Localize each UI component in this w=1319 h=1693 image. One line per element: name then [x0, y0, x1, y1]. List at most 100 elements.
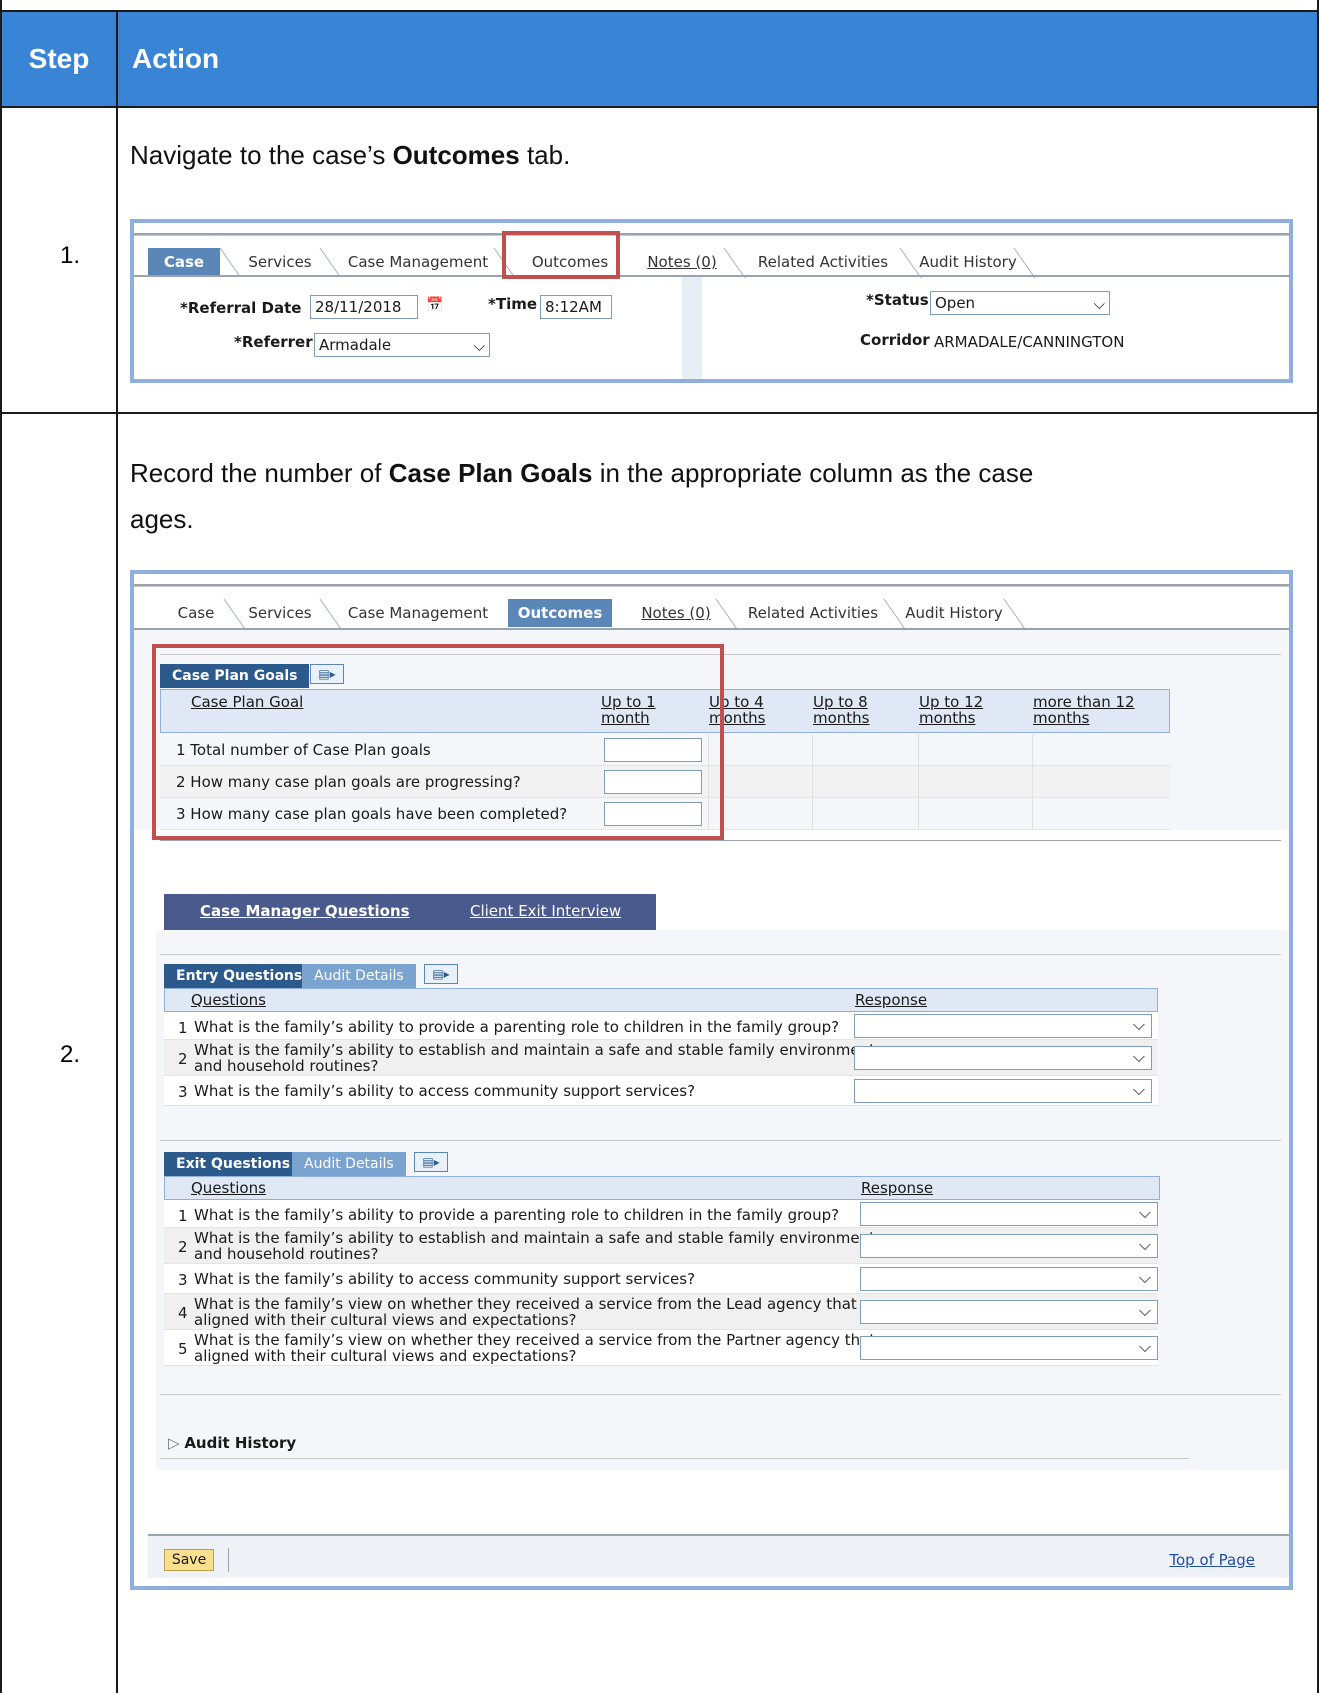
col-more-than-12[interactable]: more than 12 months [1033, 694, 1143, 726]
response-select[interactable]: ⌵ [860, 1267, 1158, 1291]
col-response[interactable]: Response [861, 1180, 933, 1196]
subtab-case-manager-questions[interactable]: Case Manager Questions [200, 902, 410, 920]
tab-case-management[interactable]: Case Management [344, 599, 492, 627]
exit-audit-details-tab[interactable]: Audit Details [292, 1152, 406, 1176]
question-number: 2 [178, 1238, 188, 1256]
question-number: 5 [178, 1340, 188, 1358]
corridor-value: ARMADALE/CANNINGTON [934, 333, 1125, 351]
step-number: 1. [60, 242, 81, 269]
tab-audit-history[interactable]: Audit History [904, 599, 1004, 627]
entry-questions-tab[interactable]: Entry Questions [164, 964, 315, 988]
time-label: *Time [488, 295, 538, 313]
audit-history-toggle[interactable]: ▷ Audit History [168, 1434, 296, 1452]
tab-case[interactable]: Case [148, 248, 220, 276]
response-select[interactable]: ⌵ [860, 1202, 1158, 1226]
grid-menu-icon[interactable]: ▤▸ [424, 964, 458, 984]
screenshot-outcomes-tab: Case Services Case Management Outcomes N… [130, 570, 1293, 1590]
question-line: What is the family’s ability to provide … [194, 1018, 840, 1036]
calendar-icon[interactable]: 📅 [426, 297, 443, 313]
table-row: 3 What is the family’s ability to access … [164, 1076, 1158, 1106]
step-1-instruction: Navigate to the case’s Outcomes tab. [130, 140, 571, 170]
col-questions[interactable]: Questions [191, 992, 266, 1008]
response-select[interactable]: ⌵ [854, 1079, 1152, 1103]
question-text: What is the family’s ability to access c… [194, 1083, 695, 1099]
col-response[interactable]: Response [855, 992, 927, 1008]
exit-header: Questions Response [164, 1176, 1160, 1200]
question-number: 3 [178, 1271, 188, 1289]
tab-outcomes[interactable]: Outcomes [508, 599, 612, 627]
question-text: What is the family’s ability to access c… [194, 1271, 695, 1287]
tab-notes[interactable]: Notes (0) [640, 248, 724, 276]
response-select[interactable]: ⌵ [854, 1014, 1152, 1038]
question-line: What is the family’s ability to access c… [194, 1082, 696, 1100]
corridor-label: Corridor [860, 331, 930, 349]
entry-header: Questions Response [164, 988, 1158, 1012]
question-line: What is the family’s ability to establis… [194, 1041, 875, 1059]
tab-case-management[interactable]: Case Management [344, 248, 492, 276]
tab-strip: Case Services Case Management Outcomes N… [134, 586, 1289, 630]
grid-menu-icon[interactable]: ▤▸ [414, 1152, 448, 1172]
procedure-table: Step Action 1. Navigate to the case’s Ou… [0, 0, 1319, 1693]
response-select[interactable]: ⌵ [860, 1336, 1158, 1360]
table-top-strip [0, 0, 1319, 12]
question-number: 1 [178, 1207, 188, 1225]
exit-questions-tab[interactable]: Exit Questions [164, 1152, 303, 1176]
question-number: 4 [178, 1304, 188, 1322]
tab-strip: Case Services Case Management Outcomes N… [134, 235, 1289, 279]
save-button[interactable]: Save [164, 1549, 214, 1571]
subtab-client-exit-interview[interactable]: Client Exit Interview [470, 902, 621, 920]
header-action: Action [132, 43, 220, 74]
header-step: Step [2, 12, 118, 106]
chevron-down-icon: ⌵ [1138, 1203, 1151, 1222]
chevron-down-icon: ⌵ [1138, 1301, 1151, 1320]
table-row: 1 What is the family’s ability to provide… [164, 1012, 1158, 1040]
expand-arrow-icon: ▷ [168, 1434, 185, 1452]
screenshot-case-tab: Case Services Case Management Outcomes N… [130, 219, 1293, 383]
status-select[interactable]: Open ⌵ [930, 291, 1110, 315]
response-select[interactable]: ⌵ [860, 1234, 1158, 1258]
question-line: and household routines? [194, 1057, 379, 1075]
table-row: 1 What is the family’s ability to provide… [164, 1200, 1158, 1228]
question-text: What is the family’s ability to provide … [194, 1207, 839, 1223]
question-text: What is the family’s ability to establis… [194, 1230, 875, 1262]
chevron-down-icon: ⌵ [1138, 1268, 1151, 1287]
question-line: aligned with their cultural views and ex… [194, 1311, 577, 1329]
question-line: aligned with their cultural views and ex… [194, 1347, 577, 1365]
footer-bar [148, 1534, 1289, 1578]
question-line: What is the family’s ability to access c… [194, 1270, 696, 1288]
question-line: What is the family’s ability to establis… [194, 1229, 875, 1247]
entry-audit-details-tab[interactable]: Audit Details [302, 964, 416, 988]
response-select[interactable]: ⌵ [854, 1046, 1152, 1070]
col-up-to-12[interactable]: Up to 12 months [919, 694, 999, 726]
step-cell: 2. [2, 414, 118, 1693]
referrer-label: *Referrer [234, 333, 313, 351]
chevron-down-icon: ⌵ [1138, 1235, 1151, 1254]
table-header: Step Action [0, 12, 1319, 108]
tab-related-activities[interactable]: Related Activities [738, 599, 888, 627]
tab-services[interactable]: Services [244, 599, 316, 627]
question-line: What is the family’s view on whether the… [194, 1331, 876, 1349]
step-2-instruction: Record the number of Case Plan Goals in … [130, 458, 1034, 534]
question-number: 3 [178, 1083, 188, 1101]
question-line: What is the family’s ability to provide … [194, 1206, 840, 1224]
referral-date-label: *Referral Date [180, 299, 302, 317]
highlight-outcomes-tab [502, 231, 620, 279]
referral-date-field[interactable]: 28/11/2018 [310, 295, 418, 319]
chevron-down-icon: ⌵ [1132, 1047, 1145, 1066]
table-row: 4 What is the family’s view on whether th… [164, 1294, 1158, 1330]
col-up-to-8[interactable]: Up to 8 months [813, 694, 893, 726]
response-select[interactable]: ⌵ [860, 1300, 1158, 1324]
tab-services[interactable]: Services [244, 248, 316, 276]
top-of-page-link[interactable]: Top of Page [1169, 1551, 1255, 1569]
chevron-down-icon: ⌵ [1093, 295, 1105, 313]
step-cell: 1. [2, 108, 118, 412]
question-subtabs: Case Manager Questions Client Exit Inter… [164, 894, 656, 930]
tab-audit-history[interactable]: Audit History [918, 248, 1018, 276]
tab-case[interactable]: Case [160, 599, 232, 627]
tab-related-activities[interactable]: Related Activities [748, 248, 898, 276]
col-questions[interactable]: Questions [191, 1180, 266, 1196]
table-row: 2 What is the family’s ability to establi… [164, 1228, 1158, 1264]
tab-notes[interactable]: Notes (0) [634, 599, 718, 627]
time-field[interactable]: 8:12AM [540, 295, 612, 319]
referrer-select[interactable]: Armadale ⌵ [314, 333, 490, 357]
